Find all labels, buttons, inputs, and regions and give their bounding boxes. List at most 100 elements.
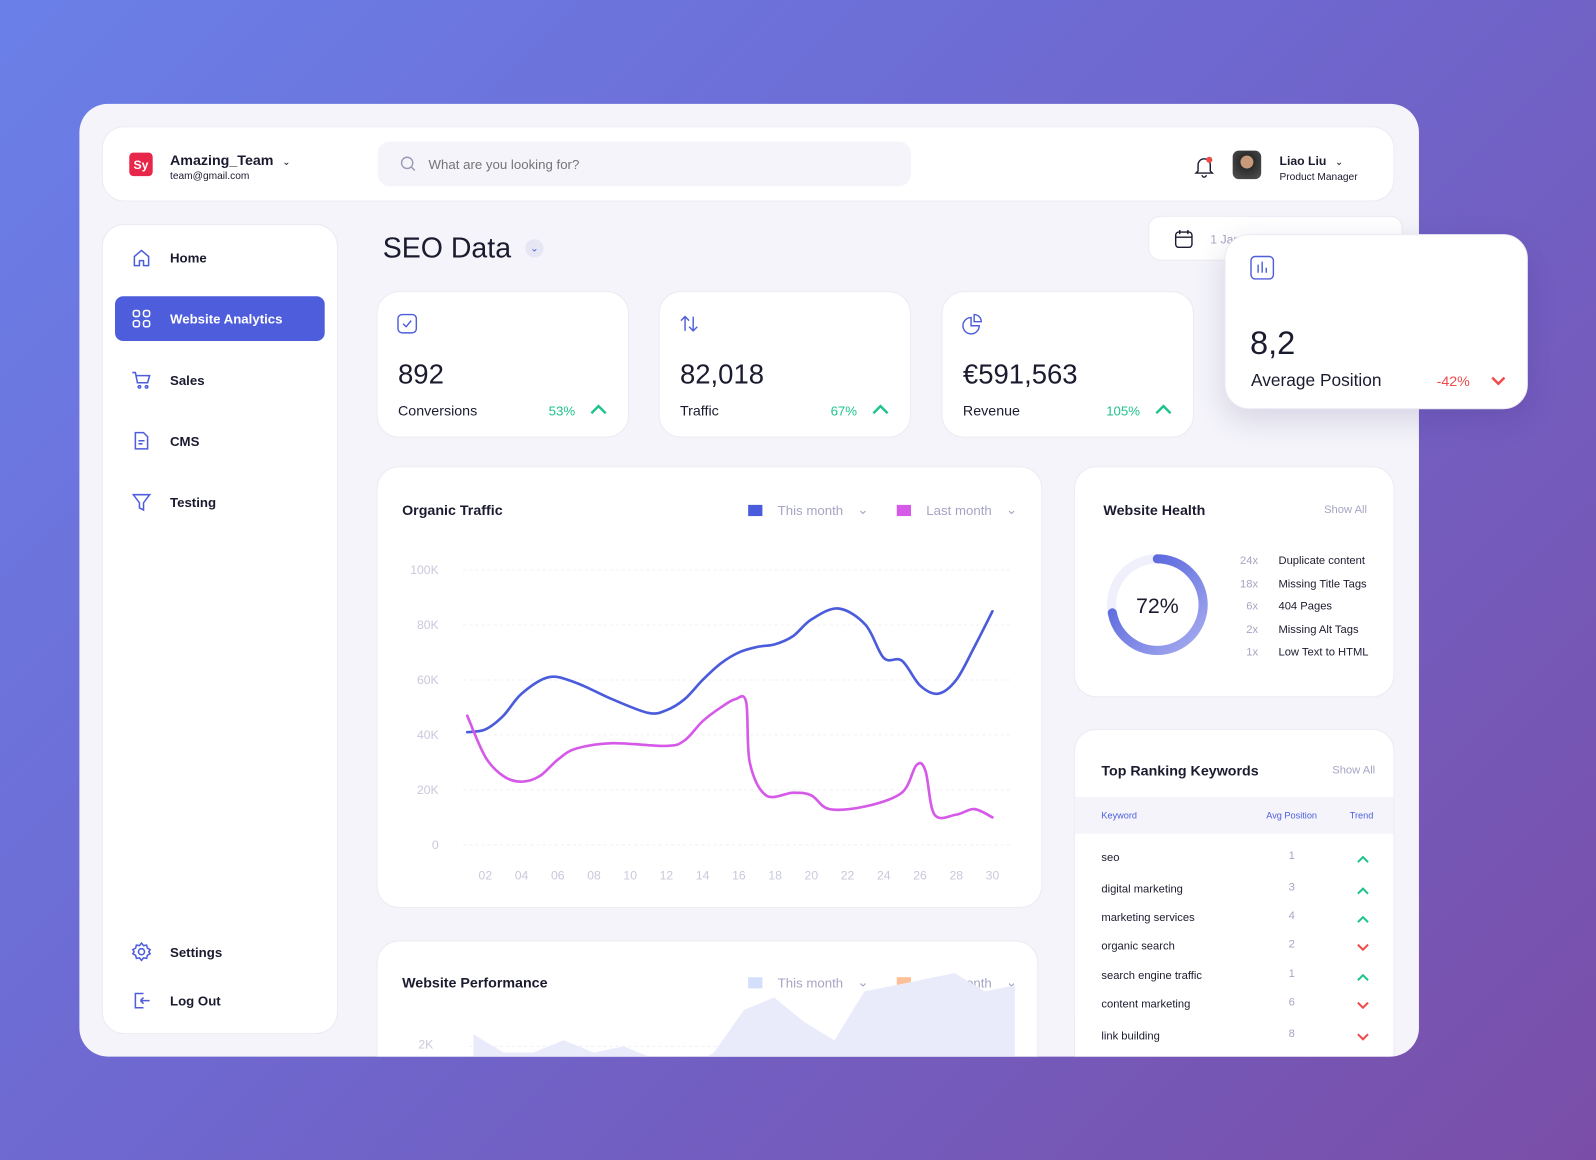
area-this-month [473, 973, 1015, 1057]
issue-count: 6x [1246, 600, 1259, 613]
x-tick-label: 24 [877, 868, 891, 882]
notifications-button[interactable] [1194, 156, 1215, 183]
calendar-icon [1174, 230, 1193, 249]
trend-up-icon [1357, 915, 1369, 923]
keyword: search engine traffic [1101, 970, 1202, 983]
y-tick-label: 80K [417, 618, 439, 632]
search-input[interactable] [428, 156, 857, 172]
table-row[interactable]: link building 8 [1075, 1028, 1394, 1050]
avg-position: 1 [1288, 849, 1295, 863]
stat-change: 105% [1106, 403, 1141, 419]
sidebar-item-logout[interactable]: Log Out [115, 978, 325, 1023]
sidebar-item-sales[interactable]: Sales [115, 357, 325, 402]
keyword: organic search [1101, 940, 1175, 953]
search-icon [400, 156, 416, 172]
issue-label: Missing Title Tags [1278, 577, 1367, 590]
table-header: Keyword Avg Position Trend [1074, 797, 1394, 834]
organic-traffic-card: Organic Traffic This month ⌄ Last month ⌄ … [376, 466, 1043, 908]
user-role: Product Manager [1279, 172, 1358, 184]
swap-icon [680, 315, 698, 332]
trend-down-icon [1491, 376, 1506, 386]
avg-position: 3 [1288, 881, 1295, 894]
avg-position: 4 [1288, 910, 1295, 923]
avg-position: 1 [1288, 968, 1295, 981]
x-tick-label: 16 [732, 868, 746, 882]
health-issue: 2x Missing Alt Tags [1228, 623, 1359, 636]
x-tick-label: 10 [623, 868, 637, 882]
home-icon [133, 249, 150, 267]
document-icon [134, 431, 149, 450]
show-all-link[interactable]: Show All [1332, 764, 1375, 776]
page-title[interactable]: SEO Data ⌄ [383, 232, 544, 265]
card-title: Top Ranking Keywords [1101, 762, 1259, 779]
keyword: link building [1101, 1030, 1160, 1043]
sidebar-item-label: Settings [169, 944, 223, 960]
y-tick-label: 60K [417, 673, 439, 687]
keyword: marketing services [1101, 912, 1195, 925]
table-row[interactable]: organic search 2 [1075, 939, 1394, 961]
sidebar-item-settings[interactable]: Settings [115, 929, 325, 974]
chevron-down-icon[interactable]: ⌄ [525, 239, 544, 258]
y-tick-label: 100K [410, 563, 439, 577]
show-all-link[interactable]: Show All [1324, 504, 1367, 516]
x-tick-label: 18 [768, 868, 782, 882]
column-header: Keyword [1101, 810, 1138, 821]
website-performance-chart [469, 973, 1015, 1057]
table-row[interactable]: digital marketing 3 [1075, 881, 1394, 904]
avatar[interactable] [1232, 150, 1262, 180]
health-issue: 24x Duplicate content [1228, 555, 1365, 567]
table-row[interactable]: marketing services 4 [1075, 910, 1394, 932]
issue-label: 404 Pages [1278, 600, 1333, 613]
trend-up-icon [872, 404, 889, 415]
workspace-email: team@gmail.com [169, 171, 250, 183]
issue-label: Low Text to HTML [1278, 646, 1369, 659]
x-tick-label: 06 [551, 868, 565, 882]
x-tick-label: 26 [913, 868, 927, 882]
x-tick-label: 20 [805, 868, 819, 882]
table-row[interactable]: search engine traffic 1 [1075, 968, 1394, 990]
sidebar-item-home[interactable]: Home [115, 235, 325, 280]
stat-value: 82,018 [679, 359, 765, 390]
stat-card-average-position: 8,2 Average Position -42% [1224, 234, 1528, 410]
keyword: digital marketing [1101, 883, 1183, 896]
page-title-text: SEO Data [382, 232, 512, 264]
sidebar-item-cms[interactable]: CMS [115, 418, 325, 463]
sidebar-item-label: Testing [169, 494, 217, 510]
health-issue: 1x Low Text to HTML [1228, 646, 1369, 659]
sidebar-item-label: CMS [169, 433, 200, 449]
grid-icon [132, 309, 151, 328]
health-percent: 72% [1136, 594, 1179, 618]
sidebar: Home Website Analytics Sales CMS Testing… [101, 223, 338, 1035]
top-keywords-card: Top Ranking Keywords Show All Keyword Av… [1073, 728, 1395, 1057]
health-issue: 18x Missing Title Tags [1228, 578, 1367, 590]
website-health-card: Website Health Show All 72% 24x Duplicate… [1073, 466, 1395, 698]
workspace-switcher[interactable]: Amazing_Team ⌄ team@gmail.com [170, 152, 291, 183]
stat-label: Traffic [679, 402, 719, 419]
sidebar-item-testing[interactable]: Testing [115, 479, 325, 524]
trend-up-icon [1357, 973, 1369, 981]
keyword: seo [1101, 851, 1120, 865]
search-bar[interactable] [377, 141, 912, 187]
issue-count: 1x [1246, 646, 1259, 659]
keyword: content marketing [1101, 998, 1191, 1011]
table-row[interactable]: seo 1 [1075, 849, 1394, 872]
issue-label: Missing Alt Tags [1278, 623, 1359, 636]
organic-traffic-chart: 100K 80K 60K 40K 20K 0 02 04 06 08 10 12 14 16 18 20 22 2… [410, 563, 1011, 882]
series-line-this-month [465, 607, 994, 734]
stat-label: Revenue [962, 402, 1020, 419]
trend-down-icon [1357, 1001, 1369, 1010]
table-row[interactable]: content marketing 6 [1075, 997, 1394, 1019]
trend-up-icon [1155, 404, 1172, 415]
stat-value: 892 [397, 359, 444, 390]
user-menu[interactable]: Liao Liu ⌄ Product Manager [1280, 152, 1358, 184]
stat-card-traffic: 82,018 Traffic 67% [658, 291, 912, 438]
stat-change: 67% [830, 403, 858, 419]
stat-value: €591,563 [962, 359, 1078, 390]
funnel-icon [131, 493, 152, 512]
bar-chart-icon [1250, 255, 1275, 280]
stat-label: Conversions [397, 402, 478, 419]
y-tick-label: 20K [417, 783, 439, 797]
sidebar-item-website-analytics[interactable]: Website Analytics [115, 296, 325, 341]
issue-count: 24x [1240, 554, 1259, 567]
workspace-name: Amazing_Team [169, 151, 274, 168]
